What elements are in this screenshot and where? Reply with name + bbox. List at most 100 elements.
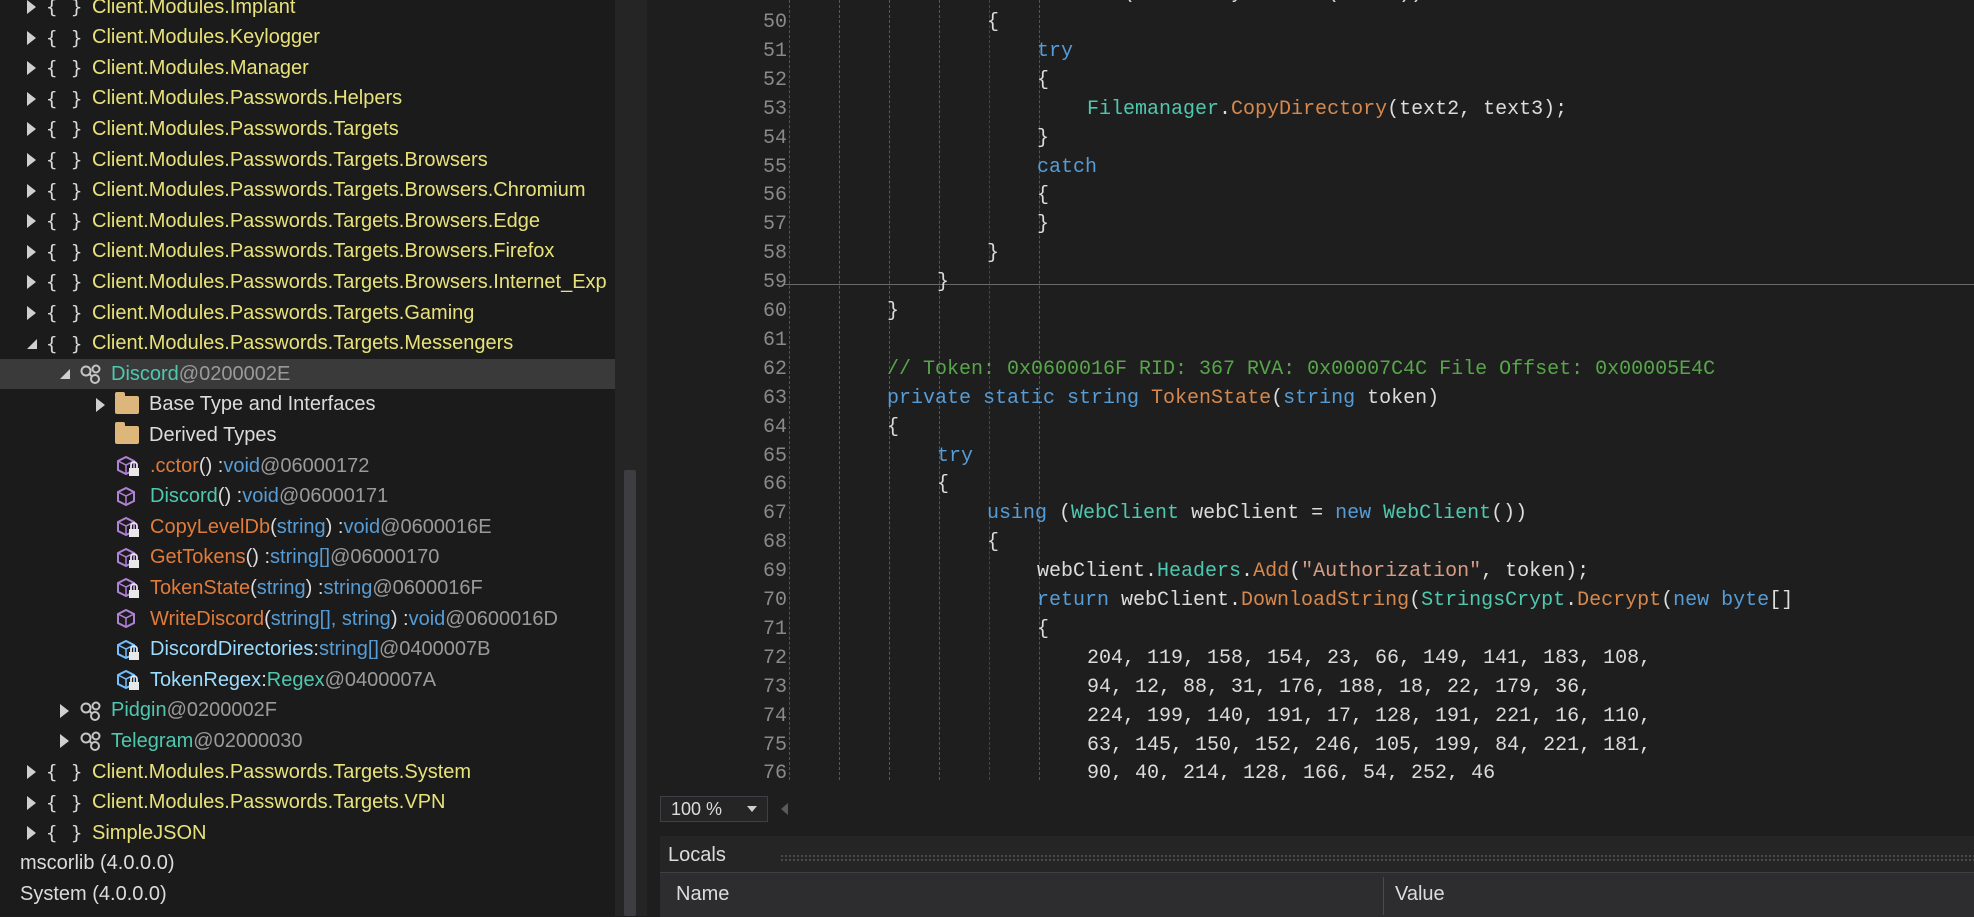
code-line: 61 [647,328,1974,354]
class-name: Discord [111,362,179,385]
collapse-arrow-icon[interactable] [96,397,105,412]
namespace-icon: { } [46,302,84,324]
collapse-arrow-icon[interactable] [60,703,69,718]
namespace-label: Client.Modules.Passwords.Targets.Browser… [92,240,555,263]
tree-node-namespace[interactable]: { } Client.Modules.Passwords.Targets.Brow… [0,267,615,297]
tree-node-namespace[interactable]: { } Client.Modules.Passwords.Targets.Mess… [0,329,615,359]
scroll-left-arrow-icon[interactable] [781,803,788,815]
tree-node-member[interactable]: TokenState(string) : string @0600016F [0,573,615,603]
member-return-type: string[] [318,638,379,661]
member-return-type: string [323,576,373,599]
code-token: } [987,242,1000,266]
code-text: 224, 199, 140, 191, 17, 128, 191, 221, 1… [1087,704,1651,730]
code-line: 65 try [647,444,1974,470]
tree-node-namespace[interactable]: { } Client.Modules.Passwords.Targets.Brow… [0,206,615,236]
line-number: 65 [762,444,787,468]
column-divider[interactable] [1383,877,1384,915]
collapse-arrow-icon[interactable] [27,0,36,14]
collapse-arrow-icon[interactable] [27,306,36,320]
tree-node-class[interactable]: Pidgin @0200002F [0,696,615,726]
namespace-label: SimpleJSON [92,821,207,844]
line-number: 55 [762,155,787,179]
namespace-label: Client.Modules.Passwords.Targets.Browser… [92,148,488,171]
tree-node-namespace[interactable]: { } Client.Modules.Passwords.Targets.Syst… [0,757,615,787]
tree-node-namespace[interactable]: { } Client.Modules.Passwords.Targets.Brow… [0,237,615,267]
code-text: { [987,530,999,556]
collapse-arrow-icon[interactable] [27,826,36,841]
collapse-arrow-icon[interactable] [27,795,36,810]
tree-node-namespace[interactable]: { } Client.Modules.Passwords.Targets.Brow… [0,145,615,175]
code-line: 49 if (Directory.Exists(text2)) [647,0,1974,7]
tree-node-member[interactable]: WriteDiscord(string[], string) : void @0… [0,604,615,634]
code-text: { [887,415,899,441]
collapse-arrow-icon[interactable] [27,275,36,290]
tree-node-class[interactable]: Telegram @02000030 [0,726,615,756]
namespace-label: Client.Modules.Passwords.Targets.Browser… [92,270,607,293]
expand-arrow-icon[interactable] [60,369,70,380]
line-number: 76 [762,762,787,780]
zoom-value: 100 % [671,798,723,819]
tree-vertical-scrollbar[interactable] [624,470,636,916]
panel-drag-grip[interactable] [780,854,1974,862]
code-token: } [937,271,950,295]
tree-node-namespace[interactable]: { } Client.Modules.Passwords.Helpers [0,84,615,114]
code-text: { [937,472,949,498]
tree-node-member[interactable]: DiscordDirectories : string[] @0400007B [0,635,615,665]
code-text: catch [1037,155,1097,181]
tree-node-namespace[interactable]: { } Client.Modules.Keylogger [0,23,615,53]
member-signature-close: ) : [305,576,324,599]
tree-node-namespace[interactable]: { } Client.Modules.Passwords.Targets [0,114,615,144]
tree-node-assembly[interactable]: System (4.0.0.0) [0,879,615,909]
tree-node-namespace[interactable]: { } Client.Modules.Implant [0,0,615,22]
collapse-arrow-icon[interactable] [60,734,69,749]
tree-node-namespace[interactable]: { } Client.Modules.Passwords.Targets.Gami… [0,298,615,328]
folder-label: Derived Types [149,423,277,446]
member-return-type: void [242,485,279,508]
code-text: 90, 40, 214, 128, 166, 54, 252, 46 [1087,761,1495,780]
code-text: } [887,299,899,325]
expand-arrow-icon[interactable] [27,338,37,349]
collapse-arrow-icon[interactable] [27,61,36,76]
line-number: 71 [762,617,787,641]
code-token: { [987,531,1000,555]
collapse-arrow-icon[interactable] [27,122,36,137]
member-name: .cctor [150,454,199,477]
tree-node-member[interactable]: GetTokens() : string[] @06000170 [0,543,615,573]
tree-node-member[interactable]: TokenRegex : Regex @0400007A [0,665,615,695]
tree-node-folder[interactable]: Base Type and Interfaces [0,390,615,420]
tree-node-member[interactable]: .cctor() : void @06000172 [0,451,615,481]
code-token: string [1283,386,1368,410]
tree-node-member[interactable]: Discord() : void @06000171 [0,482,615,512]
editor-zoom-bar: 100 % [647,796,1974,822]
code-line: 71 { [647,617,1974,643]
code-token: ( [1059,502,1072,526]
collapse-arrow-icon[interactable] [27,765,36,779]
column-header-name[interactable]: Name [676,883,729,906]
code-text: private static string TokenState(string … [887,386,1439,412]
tree-node-folder[interactable]: Derived Types [0,420,615,450]
tree-node-namespace[interactable]: { } Client.Modules.Manager [0,53,615,83]
column-header-value[interactable]: Value [1395,883,1445,906]
metadata-token: @0400007B [378,638,491,661]
line-number: 68 [762,531,787,555]
tree-node-namespace[interactable]: { } Client.Modules.Passwords.Targets.VPN [0,788,615,818]
collapse-arrow-icon[interactable] [27,153,36,167]
line-number: 66 [762,473,787,497]
tree-node-member[interactable]: CopyLevelDb(string) : void @0600016E [0,512,615,542]
code-token: ()) [1491,502,1528,526]
collapse-arrow-icon[interactable] [27,244,36,259]
class-icon [79,700,101,722]
collapse-arrow-icon[interactable] [27,183,36,198]
zoom-dropdown[interactable]: 100 % [660,796,768,822]
tree-node-assembly[interactable]: mscorlib (4.0.0.0) [0,849,615,879]
code-token: private static string [887,386,1152,410]
collapse-arrow-icon[interactable] [27,214,36,229]
collapse-arrow-icon[interactable] [27,30,36,45]
tree-node-class[interactable]: Discord @0200002E [0,359,615,390]
tree-node-namespace[interactable]: { } SimpleJSON [0,818,615,848]
method-private-icon [116,455,140,477]
namespace-icon: { } [46,210,84,233]
collapse-arrow-icon[interactable] [27,91,36,106]
tree-node-namespace[interactable]: { } Client.Modules.Passwords.Targets.Brow… [0,176,615,206]
namespace-icon: { } [46,822,84,845]
